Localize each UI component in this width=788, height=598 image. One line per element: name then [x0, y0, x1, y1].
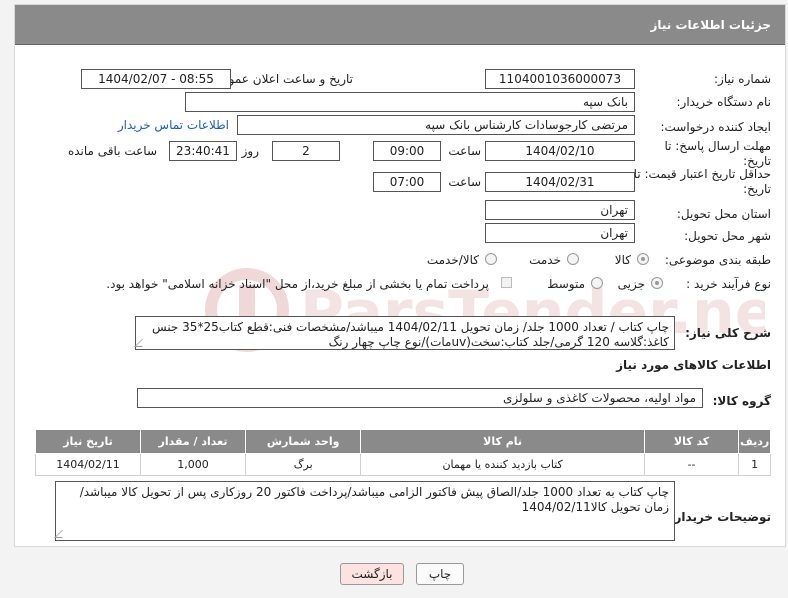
col-row: ردیف [738, 429, 771, 454]
category-option-goods: کالا [614, 253, 631, 267]
buyer-notes-box: چاپ کتاب به تعداد 1000 جلد/الصاق پیش فاک… [54, 481, 675, 541]
goods-group-field: مواد اولیه، محصولات کاغذی و سلولزی [137, 388, 703, 408]
buyer-notes-text: چاپ کتاب به تعداد 1000 جلد/الصاق پیش فاک… [79, 485, 669, 514]
remaining-time-field: 23:40:41 [169, 141, 237, 161]
cell-qty: 1,000 [140, 453, 246, 476]
need-number-label: شماره نیاز: [714, 72, 771, 86]
details-panel: جزئیات اطلاعات نیاز ParsTender.net شماره… [14, 4, 786, 547]
buyer-label: نام دستگاه خریدار: [676, 95, 772, 109]
description-box: چاپ کتاب / تعداد 1000 جلد/ زمان تحویل 14… [134, 316, 675, 350]
goods-group-label: گروه کالا: [712, 394, 771, 408]
validity-time-field: 07:00 [373, 172, 441, 192]
city-label: شهر محل تحویل: [684, 229, 771, 243]
resize-handle-icon[interactable] [134, 339, 150, 347]
buyer-notes-label: توضیحات خریدار: [669, 510, 771, 524]
creator-field: مرتضی کارجوسادات کارشناس بانک سپه [237, 115, 635, 135]
validity-label: حداقل تاریخ اعتبار قیمت: تا تاریخ: [633, 167, 771, 196]
description-label: شرح کلی نیاز: [685, 326, 771, 340]
process-option-medium: متوسط [547, 277, 585, 291]
cell-unit: برگ [244, 453, 362, 476]
col-name: نام کالا [360, 429, 645, 454]
panel-title: جزئیات اطلاعات نیاز [650, 18, 771, 32]
contact-info-link[interactable]: اطلاعات تماس خریدار [118, 118, 229, 132]
deadline-time-label: ساعت [448, 144, 481, 158]
resize-handle-icon[interactable] [54, 530, 70, 538]
province-label: استان محل تحویل: [676, 207, 771, 221]
category-radio-both[interactable] [485, 253, 497, 265]
category-radio-service[interactable] [567, 253, 579, 265]
description-text: چاپ کتاب / تعداد 1000 جلد/ زمان تحویل 14… [152, 320, 669, 349]
cell-date: 1404/02/11 [35, 453, 141, 476]
remaining-label: ساعت باقی مانده [67, 144, 157, 158]
col-code: کد کالا [643, 429, 740, 454]
back-button[interactable]: بازگشت [340, 563, 404, 585]
validity-date-field: 1404/02/31 [485, 172, 635, 192]
goods-table: ردیف کد کالا نام کالا واحد شمارش تعداد /… [35, 429, 771, 476]
process-radio-minor[interactable] [651, 277, 663, 289]
cell-name: کتاب بازدید کننده یا مهمان [360, 453, 645, 476]
table-row: 1 -- کتاب بازدید کننده یا مهمان برگ 1,00… [35, 453, 771, 476]
col-unit: واحد شمارش [244, 429, 362, 454]
category-option-both: کالا/خدمت [426, 253, 479, 267]
category-radio-goods[interactable] [637, 253, 649, 265]
panel-header: جزئیات اطلاعات نیاز [15, 5, 785, 45]
days-field: 2 [272, 141, 340, 161]
cell-row: 1 [738, 453, 771, 476]
announce-field: 1404/02/07 - 08:55 [81, 69, 231, 89]
need-number-field: 1104001036000073 [485, 69, 635, 89]
city-field: تهران [485, 223, 635, 243]
cell-code: -- [643, 453, 740, 476]
payment-note: پرداخت تمام یا بخشی از مبلغ خرید،از محل … [106, 277, 489, 291]
col-date: تاریخ نیاز [35, 429, 141, 454]
creator-label: ایجاد کننده درخواست: [660, 120, 771, 134]
province-field: تهران [485, 200, 635, 220]
category-label: طبقه بندی موضوعی: [664, 253, 771, 267]
process-label: نوع فرآیند خرید : [686, 277, 771, 291]
process-radio-medium[interactable] [591, 277, 603, 289]
validity-time-label: ساعت [448, 175, 481, 189]
goods-section-title: اطلاعات کالاهای مورد نیاز [616, 358, 771, 372]
deadline-date-field: 1404/02/10 [485, 141, 635, 161]
process-option-minor: جزیی [617, 277, 645, 291]
buyer-field: بانک سپه [185, 92, 635, 112]
deadline-label: مهلت ارسال پاسخ: تا تاریخ: [664, 139, 771, 168]
col-qty: تعداد / مقدار [140, 429, 246, 454]
deadline-time-field: 09:00 [373, 141, 441, 161]
print-button[interactable]: چاپ [416, 563, 464, 585]
treasury-payment-checkbox[interactable] [501, 277, 512, 288]
category-option-service: خدمت [529, 253, 561, 267]
